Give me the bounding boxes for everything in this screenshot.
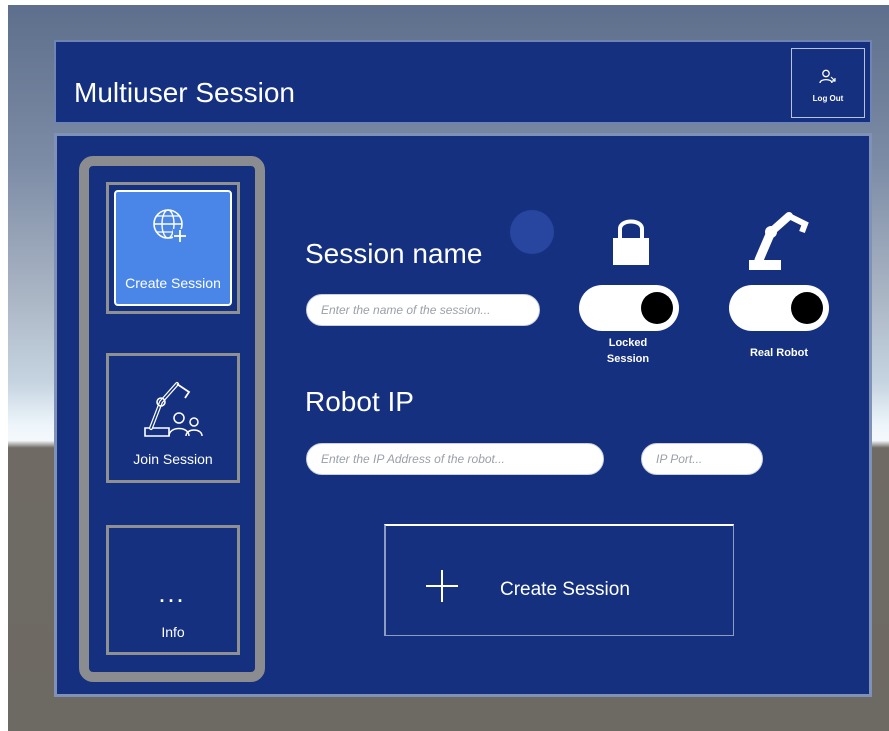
ip-port-input[interactable] bbox=[641, 443, 763, 475]
lock-icon bbox=[613, 219, 649, 265]
background-scene: Multiuser Session Log Out Create Session… bbox=[8, 5, 889, 731]
locked-session-label: Locked Session bbox=[593, 335, 663, 367]
sidebar: Create Session Join Session ... Info bbox=[79, 156, 265, 682]
logout-button[interactable]: Log Out bbox=[791, 48, 865, 118]
logout-label: Log Out bbox=[812, 94, 844, 103]
dots-icon: ... bbox=[159, 586, 187, 606]
header-panel: Multiuser Session Log Out bbox=[54, 40, 872, 124]
page-title: Multiuser Session bbox=[74, 77, 295, 108]
create-session-button[interactable]: Create Session bbox=[384, 524, 734, 636]
session-name-heading: Session name bbox=[305, 238, 483, 269]
robot-arm-users-icon bbox=[144, 382, 203, 437]
sidebar-item-label: Create Session bbox=[125, 275, 221, 291]
sidebar-item-info[interactable]: ... Info bbox=[106, 525, 240, 655]
robot-arm-icon bbox=[749, 212, 809, 270]
robot-ip-heading: Robot IP bbox=[305, 386, 414, 417]
locked-label-line2: Session bbox=[606, 353, 650, 365]
sidebar-item-create-session[interactable]: Create Session bbox=[106, 182, 240, 314]
session-name-input[interactable] bbox=[306, 294, 540, 326]
locked-label-line1: Locked bbox=[608, 337, 648, 349]
globe-plus-icon bbox=[153, 209, 187, 243]
user-logout-icon bbox=[819, 69, 836, 84]
real-robot-toggle[interactable] bbox=[729, 285, 829, 331]
real-robot-label: Real Robot bbox=[749, 347, 809, 359]
create-session-label: Create Session bbox=[500, 579, 630, 600]
toggle-knob bbox=[791, 292, 823, 324]
toggle-knob bbox=[641, 292, 673, 324]
sidebar-item-join-session[interactable]: Join Session bbox=[106, 353, 240, 483]
pointer-cursor bbox=[510, 210, 554, 254]
plus-icon bbox=[426, 570, 458, 602]
sidebar-item-label: Info bbox=[161, 624, 185, 640]
sidebar-item-label: Join Session bbox=[133, 451, 213, 467]
locked-session-toggle[interactable] bbox=[579, 285, 679, 331]
ip-address-input[interactable] bbox=[306, 443, 604, 475]
main-panel: Create Session Join Session ... Info Ses… bbox=[54, 133, 872, 697]
